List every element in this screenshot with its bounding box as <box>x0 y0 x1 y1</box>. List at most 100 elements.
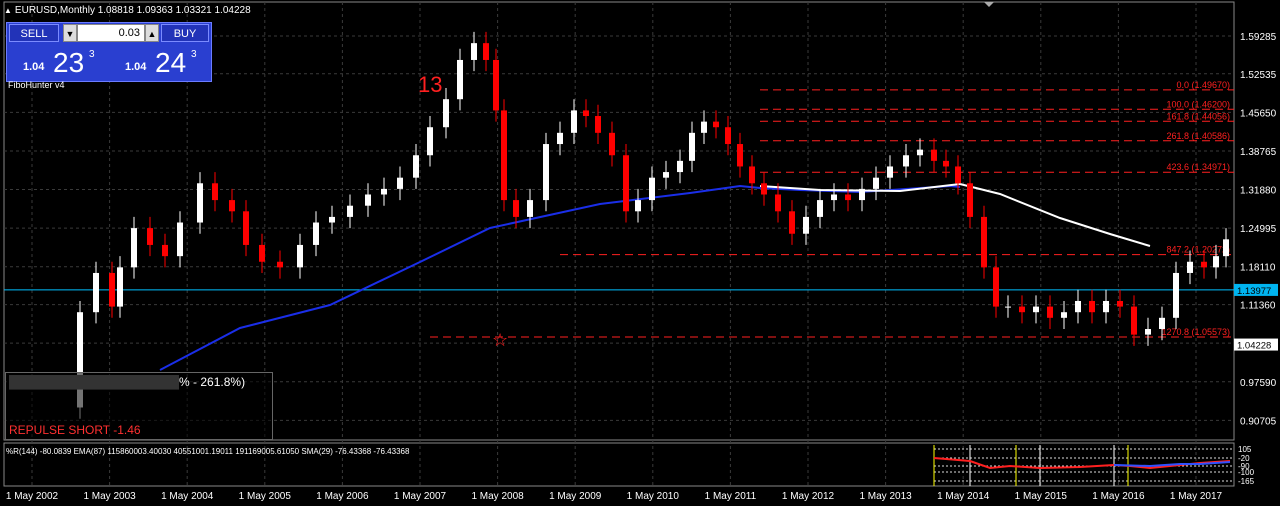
candle-body <box>1103 300 1109 313</box>
candle-body <box>649 177 655 201</box>
candle-body <box>543 144 549 201</box>
x-tick-label: 1 May 2005 <box>239 491 292 502</box>
candle-body <box>147 228 153 245</box>
sub-tick-label: -165 <box>1238 477 1255 486</box>
candle-body <box>1089 300 1095 313</box>
sell-button[interactable]: SELL <box>9 24 59 42</box>
candle-body <box>443 99 449 128</box>
candle-body <box>471 43 477 60</box>
candle-body <box>93 272 99 313</box>
lot-size-input[interactable] <box>77 24 145 42</box>
candle-body <box>859 188 865 201</box>
candle-body <box>677 160 683 173</box>
candle-body <box>967 183 973 217</box>
candle-body <box>427 127 433 156</box>
subwindow-header: %R(144) -80.0839 EMA(87) 115860003.40030… <box>6 447 410 456</box>
candle-body <box>243 211 249 245</box>
candle-body <box>749 166 755 184</box>
y-tick-label: 0.97590 <box>1240 378 1277 389</box>
x-tick-label: 1 May 2013 <box>859 491 912 502</box>
sub-tick-label: -100 <box>1238 468 1255 477</box>
candle-body <box>689 132 695 161</box>
sell-quote-pip: 3 <box>89 49 95 60</box>
fibo-level-label: 423.6 (1.34971) <box>1166 162 1230 172</box>
candle-body <box>347 205 353 217</box>
candle-body <box>162 244 168 257</box>
candle-body <box>413 155 419 178</box>
lot-increase-icon[interactable]: ▲ <box>145 24 159 42</box>
signal-text: REPULSE SHORT -1.46 <box>9 423 141 437</box>
candle-body <box>197 183 203 223</box>
candle-body <box>1131 306 1137 335</box>
x-tick-label: 1 May 2008 <box>471 491 524 502</box>
candle-body <box>623 155 629 212</box>
candle-body <box>1213 256 1219 268</box>
candle-body <box>117 267 123 307</box>
candle-body <box>903 155 909 167</box>
candle-body <box>1159 317 1165 330</box>
y-tick-label: 1.18110 <box>1240 263 1276 274</box>
candle-body <box>365 194 371 206</box>
candle-body <box>259 244 265 262</box>
candle-body <box>397 177 403 189</box>
x-tick-label: 1 May 2014 <box>937 491 990 502</box>
candle-body <box>1061 312 1067 318</box>
shift-marker-icon[interactable] <box>984 2 994 7</box>
candle-body <box>329 216 335 223</box>
candle-body <box>457 59 463 100</box>
candle-body <box>583 110 589 117</box>
candle-body <box>737 144 743 167</box>
y-tick-label: 1.24995 <box>1240 224 1277 235</box>
chart-header: ▲ EURUSD,Monthly 1.08818 1.09363 1.03321 … <box>4 5 251 16</box>
candle-body <box>725 127 731 145</box>
candle-body <box>1173 272 1179 318</box>
candle-body <box>1223 239 1229 257</box>
x-tick-label: 1 May 2016 <box>1092 491 1145 502</box>
candle-body <box>873 177 879 189</box>
candle-body <box>513 200 519 217</box>
one-click-trading-panel: SELL ▼ ▲ BUY 1.04 23 3 1.04 24 3 <box>6 22 212 82</box>
lot-decrease-icon[interactable]: ▼ <box>63 24 77 42</box>
price-mark-label: 1.04228 <box>1237 341 1271 352</box>
x-tick-label: 1 May 2017 <box>1170 491 1223 502</box>
fibo-level-label: 0.0 (1.49670) <box>1176 80 1230 90</box>
collapse-triangle-icon[interactable]: ▲ <box>4 6 12 15</box>
candle-body <box>1145 329 1151 335</box>
candle-body <box>761 183 767 195</box>
candle-body <box>917 149 923 156</box>
candle-body <box>943 160 949 167</box>
x-tick-label: 1 May 2012 <box>782 491 835 502</box>
fibo-level-label: 261.8 (1.40586) <box>1166 131 1230 141</box>
x-tick-label: 1 May 2010 <box>627 491 680 502</box>
candle-body <box>775 194 781 212</box>
y-tick-label: 1.52535 <box>1240 70 1277 81</box>
candle-body <box>1117 300 1123 307</box>
candle-body <box>483 43 489 60</box>
y-tick-label: 1.38765 <box>1240 147 1277 158</box>
x-tick-label: 1 May 2002 <box>6 491 59 502</box>
indicator-info-panel: ████████████████████% - 261.8%) REPULSE … <box>5 372 273 440</box>
x-tick-label: 1 May 2009 <box>549 491 602 502</box>
indicator-name: FiboHunter v4 <box>8 80 65 90</box>
x-tick-label: 1 May 2003 <box>83 491 136 502</box>
buy-quote-prefix: 1.04 <box>125 61 147 73</box>
y-tick-label: 1.59285 <box>1240 32 1277 43</box>
candle-body <box>609 132 615 156</box>
candle-body <box>527 200 533 217</box>
candle-body <box>277 261 283 268</box>
candle-body <box>1005 306 1011 308</box>
candle-body <box>493 59 499 111</box>
buy-quote[interactable]: 1.04 24 3 <box>111 45 211 79</box>
buy-button[interactable]: BUY <box>161 24 209 42</box>
sub-blue-line <box>1113 461 1231 468</box>
candle-body <box>1019 306 1025 313</box>
candle-body <box>212 183 218 201</box>
candle-body <box>109 272 115 307</box>
sell-quote-prefix: 1.04 <box>23 61 45 73</box>
sell-quote[interactable]: 1.04 23 3 <box>9 45 109 79</box>
candle-body <box>1201 261 1207 268</box>
y-tick-label: 0.90705 <box>1240 416 1277 427</box>
candle-body <box>557 132 563 145</box>
x-tick-label: 1 May 2006 <box>316 491 369 502</box>
sub-tick-label: 105 <box>1238 445 1252 454</box>
